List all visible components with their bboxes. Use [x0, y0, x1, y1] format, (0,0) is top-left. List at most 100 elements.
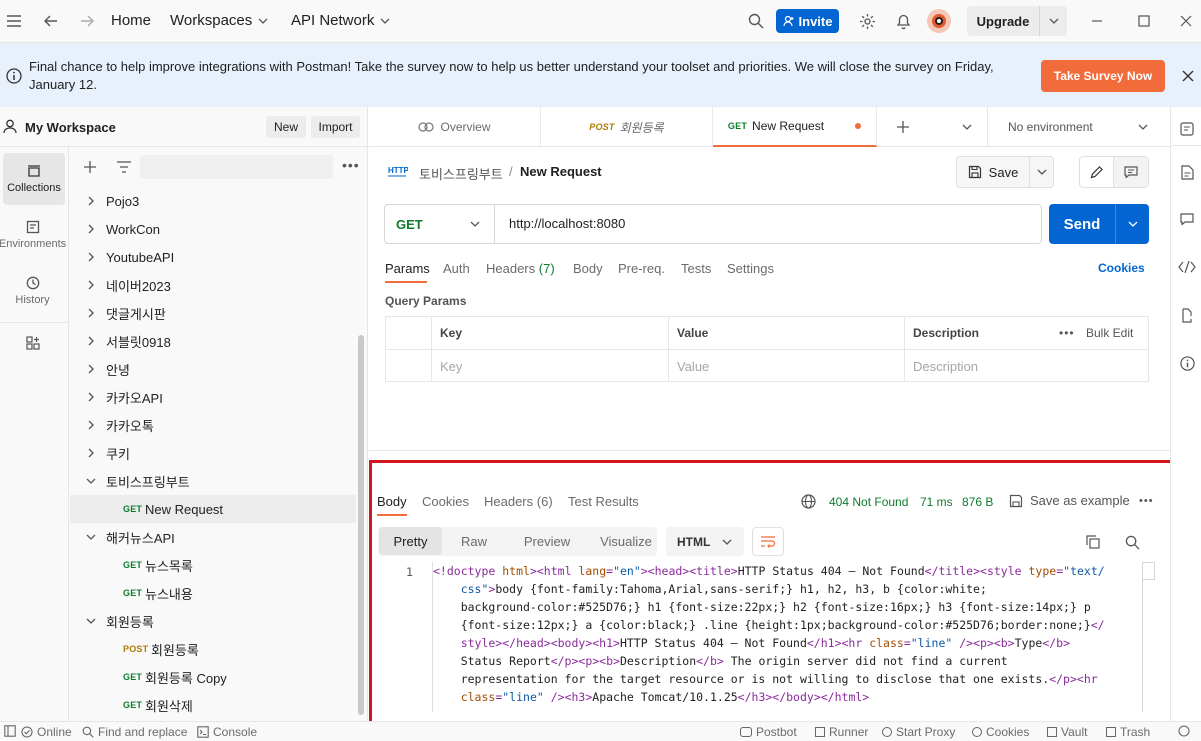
online-status[interactable]: Online [21, 725, 72, 739]
new-button[interactable]: New [266, 116, 306, 138]
request-item[interactable]: POST 회원등록 [70, 635, 356, 663]
bulk-edit-link[interactable]: Bulk Edit [1086, 326, 1133, 340]
postbot[interactable]: Postbot [740, 725, 797, 739]
chevron-right-icon[interactable] [86, 392, 96, 402]
code-snippet-icon[interactable] [1177, 259, 1197, 275]
value-input[interactable]: Value [669, 350, 905, 382]
request-item[interactable]: GET 회원등록 Copy [70, 663, 356, 691]
collection-item[interactable]: 네이버2023 [70, 271, 356, 299]
close-window-icon[interactable] [1176, 11, 1196, 31]
take-survey-button[interactable]: Take Survey Now [1041, 60, 1165, 92]
search-collections-input[interactable] [140, 155, 333, 179]
forward-arrow-icon[interactable] [77, 11, 97, 31]
save-dropdown[interactable] [1030, 167, 1053, 177]
pane-divider[interactable] [369, 450, 1170, 451]
save-as-example-button[interactable]: Save as example [1009, 493, 1130, 508]
copy-icon[interactable] [1085, 534, 1101, 550]
minimize-window-icon[interactable] [1087, 11, 1107, 31]
nav-environments[interactable]: Environments [0, 209, 66, 261]
more-options-icon[interactable]: ••• [342, 157, 360, 173]
request-item[interactable]: GET 회원삭제 [70, 691, 356, 719]
comments-icon[interactable] [1179, 211, 1195, 227]
description-input[interactable]: Description [905, 350, 1148, 382]
collection-item[interactable]: 회원등록 [70, 607, 356, 635]
response-status[interactable]: 404 Not Found [829, 495, 908, 509]
globe-icon[interactable] [801, 494, 816, 509]
comments-icon[interactable] [1114, 157, 1148, 187]
tab-settings[interactable]: Settings [727, 261, 774, 276]
collection-item[interactable]: 서블릿0918 [70, 327, 356, 355]
upgrade-button[interactable]: Upgrade [967, 6, 1067, 36]
collection-item[interactable]: YoutubeAPI [70, 243, 356, 271]
collection-item[interactable]: 해커뉴스API [70, 523, 356, 551]
collection-item[interactable]: Pojo3 [70, 187, 356, 215]
more-options-icon[interactable]: ••• [1059, 326, 1075, 340]
response-time[interactable]: 71 ms [920, 495, 953, 509]
collection-item[interactable]: 댓글게시판 [70, 299, 356, 327]
nav-collections[interactable]: Collections [3, 153, 65, 205]
console[interactable]: Console [197, 725, 257, 739]
new-tab-plus-icon[interactable] [895, 119, 911, 135]
maximize-window-icon[interactable] [1134, 11, 1154, 31]
tab-post-request[interactable]: POST 회원등록 [541, 107, 713, 147]
notifications-bell-icon[interactable] [893, 11, 913, 31]
tree-scrollbar[interactable] [358, 335, 364, 715]
trash[interactable]: Trash [1106, 725, 1150, 739]
response-tab-headers[interactable]: Headers (6) [484, 494, 553, 509]
collection-item[interactable]: 카카오API [70, 383, 356, 411]
response-tab-cookies[interactable]: Cookies [422, 494, 469, 509]
send-button[interactable]: Send [1049, 204, 1116, 244]
collection-item[interactable]: 카카오톡 [70, 411, 356, 439]
chevron-right-icon[interactable] [86, 280, 96, 290]
avatar[interactable] [927, 9, 951, 33]
url-input[interactable]: http://localhost:8080 [509, 216, 625, 231]
related-collections-icon[interactable] [1179, 307, 1195, 323]
collection-item[interactable]: 쿠키 [70, 439, 356, 467]
edit-pencil-icon[interactable] [1080, 157, 1114, 187]
collection-item[interactable]: WorkCon [70, 215, 356, 243]
filter-icon[interactable] [116, 159, 132, 175]
tabs-dropdown-icon[interactable] [959, 121, 975, 133]
menu-icon[interactable] [4, 11, 24, 31]
import-button[interactable]: Import [311, 116, 360, 138]
api-network-menu[interactable]: API Network [291, 12, 390, 29]
tab-body[interactable]: Body [573, 261, 603, 276]
chevron-down-icon[interactable] [86, 476, 96, 486]
close-banner-icon[interactable] [1180, 68, 1196, 84]
environment-selector[interactable]: No environment [987, 107, 1170, 147]
runner[interactable]: Runner [815, 725, 868, 739]
workspaces-menu[interactable]: Workspaces [170, 12, 268, 29]
chevron-right-icon[interactable] [86, 252, 96, 262]
invite-button[interactable]: Invite [776, 9, 839, 33]
save-button[interactable]: Save [957, 157, 1030, 187]
more-options-icon[interactable]: ••• [1139, 495, 1154, 507]
add-collection-icon[interactable] [82, 159, 98, 175]
breadcrumb-parent[interactable]: 토비스프링부트 [419, 164, 503, 183]
find-and-replace[interactable]: Find and replace [82, 725, 187, 739]
collection-item[interactable]: 안녕 [70, 355, 356, 383]
chevron-right-icon[interactable] [86, 224, 96, 234]
home-link[interactable]: Home [111, 12, 151, 29]
api-details-icon[interactable] [1179, 121, 1195, 137]
chevron-right-icon[interactable] [86, 364, 96, 374]
request-item[interactable]: GET 뉴스목록 [70, 551, 356, 579]
chevron-down-icon[interactable] [86, 532, 96, 542]
key-input[interactable]: Key [432, 350, 669, 382]
search-icon[interactable] [746, 11, 766, 31]
collection-item[interactable]: 토비스프링부트 [70, 467, 356, 495]
settings-gear-icon[interactable] [857, 11, 877, 31]
format-select[interactable]: HTML [666, 527, 744, 556]
vault[interactable]: Vault [1047, 725, 1087, 739]
response-tab-test-results[interactable]: Test Results [568, 494, 639, 509]
row-checkbox[interactable] [386, 350, 432, 382]
request-item[interactable]: GET 뉴스내용 [70, 579, 356, 607]
response-tab-body[interactable]: Body [377, 494, 407, 509]
chevron-right-icon[interactable] [86, 196, 96, 206]
chevron-down-icon[interactable] [86, 616, 96, 626]
view-raw[interactable]: Raw [444, 527, 504, 555]
send-dropdown[interactable] [1116, 204, 1149, 244]
tab-new-request[interactable]: GET New Request [713, 107, 877, 147]
tab-tests[interactable]: Tests [681, 261, 711, 276]
cookies[interactable]: Cookies [972, 725, 1029, 739]
method-select[interactable]: GET [385, 205, 495, 243]
